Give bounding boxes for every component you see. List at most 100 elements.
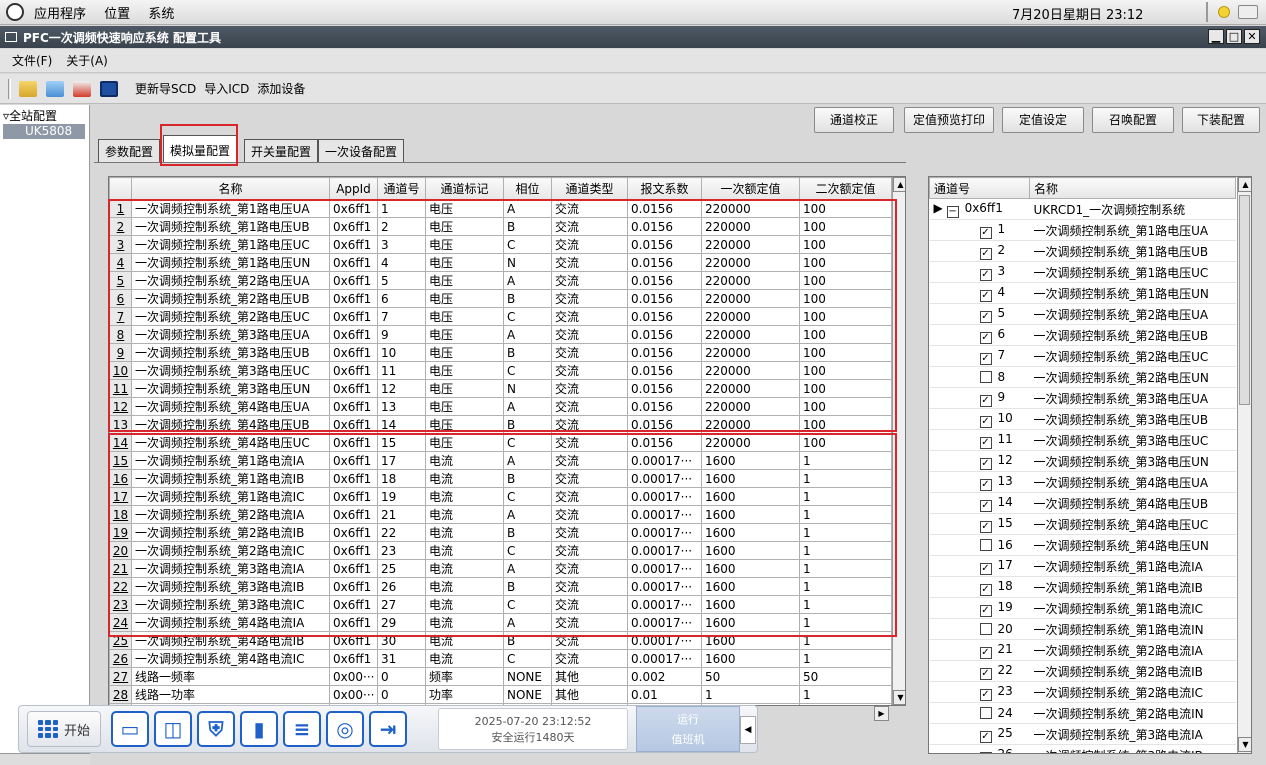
- col-header-channel-type[interactable]: 通道类型: [551, 177, 628, 200]
- channel-row[interactable]: ✓ 15 一次调频控制系统_第4路电压UC: [929, 513, 1236, 535]
- scroll-down-icon[interactable]: ▼: [1238, 737, 1251, 752]
- table-cell[interactable]: 1: [701, 685, 800, 704]
- scroll-down-icon[interactable]: ▼: [893, 690, 905, 705]
- gnome-foot-icon[interactable]: [6, 3, 24, 21]
- update-scd-button[interactable]: 更新导SCD: [135, 80, 196, 97]
- table-cell[interactable]: 0.002: [627, 667, 702, 686]
- scroll-up-icon[interactable]: ▲: [1238, 177, 1251, 192]
- col-header-channel-no[interactable]: 通道号: [377, 177, 426, 200]
- channel-calibrate-button[interactable]: 通道校正: [814, 107, 894, 133]
- notification-icon[interactable]: [1218, 6, 1230, 18]
- keyboard-icon[interactable]: [1238, 5, 1258, 19]
- tab-params[interactable]: 参数配置: [98, 139, 161, 163]
- checkbox[interactable]: ✓: [979, 520, 992, 533]
- channel-row[interactable]: ✓ 21 一次调频控制系统_第2路电流IA: [929, 639, 1236, 661]
- menu-applications[interactable]: 应用程序: [34, 7, 86, 22]
- table-cell[interactable]: 频率: [425, 667, 504, 686]
- exit-icon[interactable]: ⇥: [369, 711, 407, 747]
- channel-row[interactable]: ✓ 17 一次调频控制系统_第1路电流IA: [929, 555, 1236, 577]
- monitor-icon[interactable]: ▭: [111, 711, 149, 747]
- table-cell[interactable]: 其他: [551, 685, 628, 704]
- menu-file[interactable]: 文件(F): [12, 52, 52, 69]
- export-icon[interactable]: [73, 80, 91, 97]
- channel-row[interactable]: ✓ 23 一次调频控制系统_第2路电流IC: [929, 681, 1236, 703]
- table-row[interactable]: 28 线路一功率 0x00··· 0 功率 NONE 其他 0.01 1 1: [109, 685, 892, 704]
- checkbox[interactable]: ✓: [979, 310, 992, 323]
- row-number[interactable]: 26: [109, 649, 132, 668]
- col-header-channel-name[interactable]: 名称: [1029, 177, 1236, 199]
- checkbox[interactable]: [979, 623, 992, 635]
- col-header-phase[interactable]: 相位: [503, 177, 552, 200]
- add-device-button[interactable]: 添加设备: [257, 80, 305, 97]
- checkbox[interactable]: ✓: [979, 268, 992, 281]
- menu-system[interactable]: 系统: [148, 7, 174, 22]
- run-status[interactable]: 运行 值班机: [636, 706, 740, 752]
- table-cell[interactable]: 交流: [551, 649, 628, 668]
- database-icon[interactable]: ≡: [283, 711, 321, 747]
- table-cell[interactable]: C: [503, 649, 552, 668]
- tab-primary-device[interactable]: 一次设备配置: [318, 139, 405, 163]
- table-cell[interactable]: 0.00017···: [627, 649, 702, 668]
- channel-row[interactable]: ✓ 22 一次调频控制系统_第2路电流IB: [929, 660, 1236, 682]
- channel-row[interactable]: ✓ 13 一次调频控制系统_第4路电压UA: [929, 471, 1236, 493]
- channel-row[interactable]: 20 一次调频控制系统_第1路电流IN: [929, 618, 1236, 640]
- table-cell[interactable]: 功率: [425, 685, 504, 704]
- checkbox[interactable]: ✓: [979, 667, 992, 680]
- table-cell[interactable]: 50: [799, 667, 892, 686]
- checkbox[interactable]: [979, 539, 992, 551]
- channel-row[interactable]: ✓ 14 一次调频控制系统_第4路电压UB: [929, 492, 1236, 514]
- call-config-button[interactable]: 召唤配置: [1092, 107, 1174, 133]
- setpoint-button[interactable]: 定值设定: [1002, 107, 1084, 133]
- bar-chart-icon[interactable]: ▮: [240, 711, 278, 747]
- channel-row[interactable]: ✓ 2 一次调频控制系统_第1路电压UB: [929, 240, 1236, 262]
- channel-row[interactable]: ✓ 18 一次调频控制系统_第1路电流IB: [929, 576, 1236, 598]
- table-cell[interactable]: 0: [377, 667, 426, 686]
- taskbar-collapse-icon[interactable]: ◀: [740, 716, 756, 744]
- col-header-coeff[interactable]: 报文系数: [627, 177, 702, 200]
- start-button[interactable]: 开始: [27, 711, 101, 747]
- checkbox[interactable]: ✓: [979, 415, 992, 428]
- channel-row[interactable]: ✓ 19 一次调频控制系统_第1路电流IC: [929, 597, 1236, 619]
- table-cell[interactable]: 一次调频控制系统_第4路电流IC: [131, 649, 330, 668]
- checkbox[interactable]: ✓: [979, 583, 992, 596]
- channel-row[interactable]: 16 一次调频控制系统_第4路电压UN: [929, 534, 1236, 556]
- tree-item-device[interactable]: UK5808: [3, 124, 85, 139]
- collapse-box-icon[interactable]: −: [946, 205, 959, 218]
- checkbox[interactable]: ✓: [979, 499, 992, 512]
- search-document-icon[interactable]: ◎: [326, 711, 364, 747]
- col-header-secondary-rated[interactable]: 二次额定值: [799, 177, 892, 200]
- checkbox[interactable]: ✓: [979, 478, 992, 491]
- checkbox[interactable]: ✓: [979, 394, 992, 407]
- checkbox[interactable]: ✓: [979, 331, 992, 344]
- table-cell[interactable]: 0x00···: [329, 667, 378, 686]
- checkbox[interactable]: [979, 371, 992, 383]
- save-icon[interactable]: [100, 80, 118, 97]
- channel-row[interactable]: ✓ 12 一次调频控制系统_第3路电压UN: [929, 450, 1236, 472]
- checkbox[interactable]: ✓: [979, 751, 992, 753]
- channel-row[interactable]: ✓ 3 一次调频控制系统_第1路电压UC: [929, 261, 1236, 283]
- checkbox[interactable]: ✓: [979, 226, 992, 239]
- channel-row[interactable]: ✓ 9 一次调频控制系统_第3路电压UA: [929, 387, 1236, 409]
- table-cell[interactable]: 0x00···: [329, 685, 378, 704]
- table-cell[interactable]: 0x6ff1: [329, 649, 378, 668]
- channel-group-row[interactable]: ▶ −0x6ff1 UKRCD1_一次调频控制系统: [929, 198, 1236, 220]
- tab-switch[interactable]: 开关量配置: [244, 139, 319, 163]
- col-header-appid[interactable]: AppId: [329, 177, 378, 200]
- maximize-button[interactable]: □: [1226, 29, 1242, 44]
- scroll-right-icon[interactable]: ▶: [874, 706, 889, 721]
- row-number[interactable]: 28: [109, 685, 132, 704]
- expand-arrow-icon[interactable]: ▶: [934, 201, 943, 215]
- table-row[interactable]: 27 线路一频率 0x00··· 0 频率 NONE 其他 0.002 50 50: [109, 667, 892, 686]
- col-header-name[interactable]: 名称: [131, 177, 330, 200]
- scroll-up-icon[interactable]: ▲: [893, 177, 905, 192]
- menu-about[interactable]: 关于(A): [66, 52, 108, 69]
- scroll-thumb[interactable]: [1239, 195, 1250, 405]
- system-clock[interactable]: 7月20日星期日 23:12: [1012, 4, 1143, 23]
- checkbox[interactable]: ✓: [979, 457, 992, 470]
- table-cell[interactable]: 其他: [551, 667, 628, 686]
- minimize-button[interactable]: ▁: [1208, 29, 1224, 44]
- import-icd-button[interactable]: 导入ICD: [204, 80, 249, 97]
- channel-row[interactable]: ✓ 7 一次调频控制系统_第2路电压UC: [929, 345, 1236, 367]
- table-row[interactable]: 26 一次调频控制系统_第4路电流IC 0x6ff1 31 电流 C 交流 0.00017··…: [109, 649, 892, 668]
- table-cell[interactable]: 1: [799, 649, 892, 668]
